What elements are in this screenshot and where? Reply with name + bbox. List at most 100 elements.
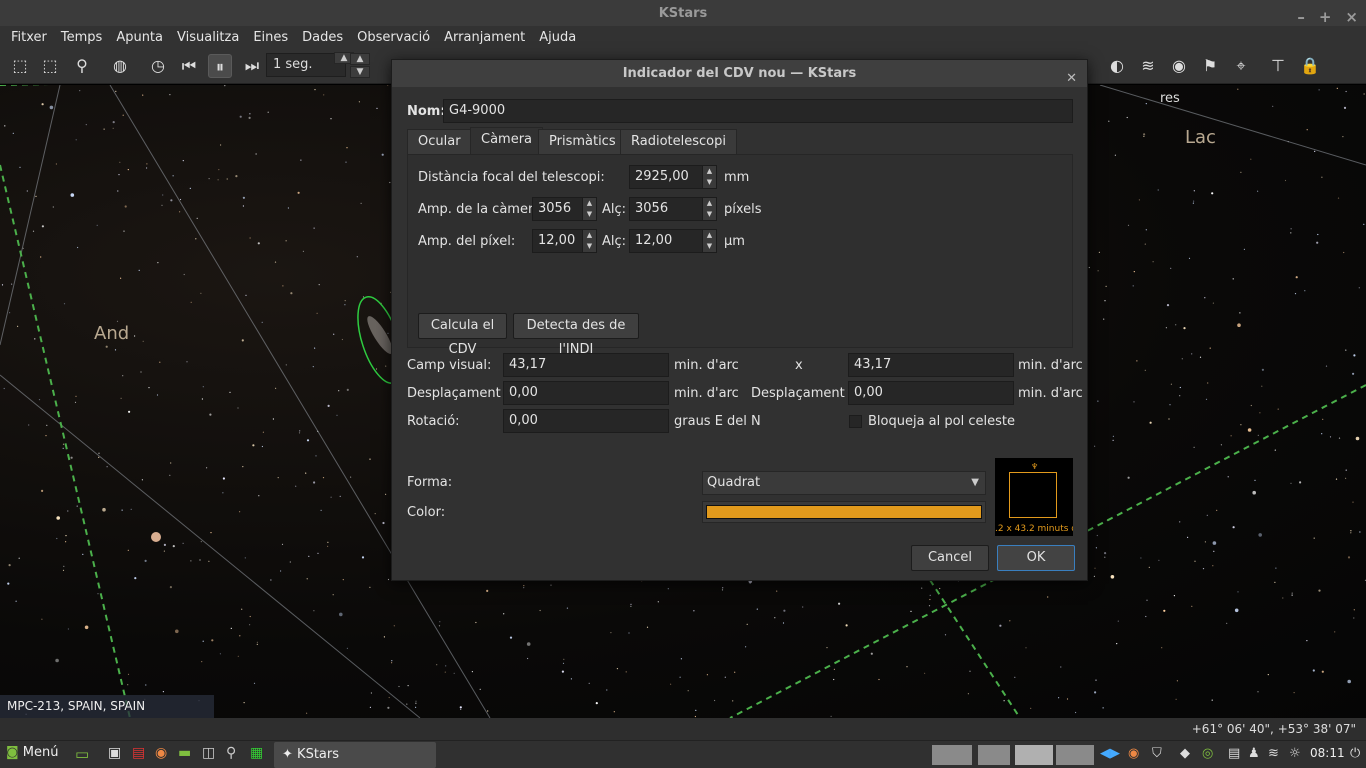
menu-dades[interactable]: Dades — [295, 30, 350, 45]
chrome-icon[interactable]: ◉ — [155, 745, 167, 761]
zoom-in-icon[interactable]: ⬚ — [8, 54, 32, 78]
star — [344, 304, 346, 306]
pixel-width-spinbox[interactable]: 12,00 ▲ ▼ — [532, 229, 597, 253]
offset-y-input[interactable]: 0,00 — [848, 381, 1014, 405]
rotation-input[interactable]: 0,00 — [503, 409, 669, 433]
lock-icon[interactable]: 🔒 — [1298, 54, 1322, 78]
star — [209, 413, 212, 416]
lock-pole-checkbox[interactable] — [849, 415, 862, 428]
workspace-1[interactable] — [932, 745, 972, 765]
magnifier-icon[interactable]: ⚲ — [226, 745, 236, 761]
clock-icon[interactable]: ◷ — [146, 54, 170, 78]
tab-camera[interactable]: Càmera — [470, 127, 544, 155]
color-picker[interactable] — [702, 501, 986, 523]
crosshair-icon[interactable]: ⌖ — [1229, 54, 1253, 78]
step-forward-icon[interactable]: ⏭ — [240, 54, 264, 78]
star — [1144, 369, 1146, 371]
spin-arrows-icon[interactable]: ▲ ▼ — [582, 198, 596, 220]
star — [46, 424, 48, 426]
workspace-4[interactable] — [1056, 745, 1094, 765]
spin-arrows-icon[interactable]: ▲ ▼ — [582, 230, 596, 252]
clock[interactable]: 08:11 — [1310, 746, 1345, 760]
shape-label: Forma: — [407, 475, 453, 490]
pixel-height-spinbox[interactable]: 12,00 ▲ ▼ — [629, 229, 717, 253]
star — [610, 632, 612, 634]
menu-fitxer[interactable]: Fitxer — [4, 30, 54, 45]
tab-ocular[interactable]: Ocular — [407, 129, 472, 155]
star — [112, 127, 114, 129]
wifi-icon[interactable]: ≋ — [1268, 746, 1279, 761]
spin-arrows-icon[interactable]: ▲ ▼ — [702, 166, 716, 188]
calculate-fov-button[interactable]: Calcula el CDV — [418, 313, 507, 357]
spreadsheet-icon[interactable]: ▦ — [250, 745, 263, 761]
chrome-tray-icon[interactable]: ◉ — [1128, 746, 1139, 761]
menu-visualitza[interactable]: Visualitza — [170, 30, 246, 45]
clipboard-icon[interactable]: ▤ — [1228, 746, 1240, 761]
dropbox-icon[interactable]: ◆ — [1180, 746, 1190, 761]
screenshot-icon[interactable]: ◫ — [202, 745, 215, 761]
star — [49, 105, 54, 110]
detect-indi-button[interactable]: Detecta des de l'INDI — [513, 313, 639, 357]
star — [120, 397, 122, 399]
galaxy-icon[interactable]: ◉ — [1167, 54, 1191, 78]
name-input[interactable]: G4-9000 — [443, 99, 1073, 123]
lock-pole-label[interactable]: Bloqueja al pol celeste — [868, 414, 1015, 429]
fov-x-input[interactable]: 43,17 — [503, 353, 669, 377]
teamviewer-icon[interactable]: ◀▶ — [1100, 746, 1120, 761]
show-desktop-icon[interactable]: ▭ — [75, 745, 89, 763]
camera-height-spinbox[interactable]: 3056 ▲ ▼ — [629, 197, 717, 221]
task-kstars[interactable]: ✦ KStars — [274, 742, 436, 768]
pause-icon[interactable]: ⏸ — [208, 54, 232, 78]
files-icon[interactable]: ▬ — [178, 745, 191, 761]
spin-arrows-icon[interactable]: ▲ ▼ — [702, 198, 716, 220]
focal-length-spinbox[interactable]: 2925,00 ▲ ▼ — [629, 165, 717, 189]
star — [298, 432, 301, 434]
workspace-2[interactable] — [978, 745, 1010, 765]
globe-icon[interactable]: ◍ — [108, 54, 132, 78]
star — [1261, 368, 1264, 371]
spin-arrows-icon[interactable]: ▲ ▼ — [702, 230, 716, 252]
time-step-down-icon[interactable]: ▼ — [350, 66, 370, 78]
tab-radiotelescope[interactable]: Radiotelescopi — [620, 129, 737, 155]
star — [1145, 229, 1147, 231]
menu-eines[interactable]: Eines — [246, 30, 295, 45]
start-menu-button[interactable]: ◙ Menú — [6, 745, 58, 760]
user-icon[interactable]: ♟ — [1248, 746, 1260, 761]
menu-observacio[interactable]: Observació — [350, 30, 437, 45]
star — [356, 256, 358, 258]
star — [1312, 669, 1315, 672]
shape-select[interactable]: Quadrat ▼ — [702, 471, 986, 495]
step-back-icon[interactable]: ⏮ — [177, 54, 201, 78]
menu-temps[interactable]: Temps — [54, 30, 109, 45]
camera-width-spinbox[interactable]: 3056 ▲ ▼ — [532, 197, 597, 221]
shield-icon[interactable]: ⛉ — [1152, 746, 1162, 761]
search-icon[interactable]: ⚲ — [70, 54, 94, 78]
dialog-close-icon[interactable]: ✕ — [1066, 65, 1077, 92]
ok-button[interactable]: OK — [997, 545, 1075, 571]
zoom-out-icon[interactable]: ⬚ — [38, 54, 62, 78]
brightness-icon[interactable]: ☼ — [1289, 746, 1301, 761]
bright-star[interactable] — [151, 532, 161, 542]
cancel-button[interactable]: Cancel — [911, 545, 989, 571]
tab-binoculars[interactable]: Prismàtics — [538, 129, 627, 155]
star — [1325, 365, 1328, 367]
offset-x-input[interactable]: 0,00 — [503, 381, 669, 405]
menu-apunta[interactable]: Apunta — [109, 30, 170, 45]
terminal-icon[interactable]: ▣ — [108, 745, 121, 761]
workspace-3[interactable] — [1015, 745, 1053, 765]
star — [1168, 418, 1170, 420]
power-icon[interactable]: ⏻ — [1350, 746, 1360, 761]
milkyway-icon[interactable]: ≋ — [1136, 54, 1160, 78]
menu-ajuda[interactable]: Ajuda — [532, 30, 583, 45]
fov-y-input[interactable]: 43,17 — [848, 353, 1014, 377]
time-step-spin-icon[interactable]: ▲ — [350, 53, 370, 65]
star — [471, 671, 473, 673]
nvidia-icon[interactable]: ◎ — [1202, 746, 1213, 761]
moon-icon[interactable]: ◐ — [1105, 54, 1129, 78]
menu-arranjament[interactable]: Arranjament — [437, 30, 532, 45]
star — [1166, 304, 1170, 307]
flag-icon[interactable]: ⚑ — [1198, 54, 1222, 78]
filezilla-icon[interactable]: ▤ — [132, 745, 145, 761]
telescope-icon[interactable]: ⊤ — [1266, 54, 1290, 78]
star — [127, 169, 129, 171]
